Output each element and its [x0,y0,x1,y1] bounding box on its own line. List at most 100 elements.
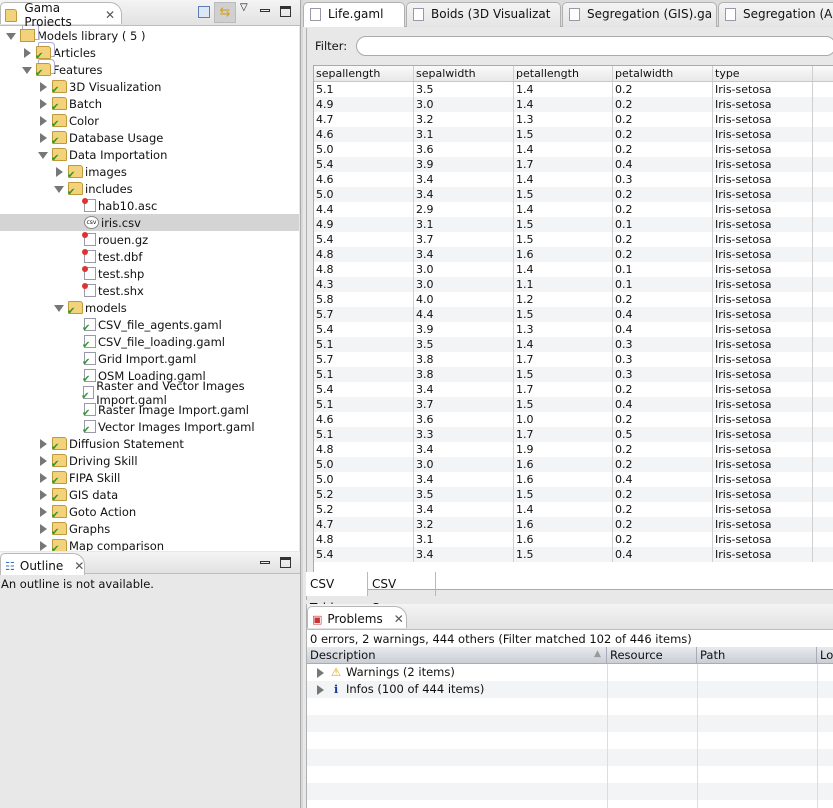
tree-item[interactable]: Features [0,61,299,79]
table-row[interactable]: 4.8 3.1 1.6 0.2 Iris-setosa [314,532,833,547]
table-row[interactable]: 5.1 3.5 1.4 0.3 Iris-setosa [314,337,833,352]
minimize-icon[interactable] [260,9,270,12]
problem-group-row[interactable]: ⚠ Warnings (2 items) [307,664,833,681]
table-row[interactable]: 5.0 3.0 1.6 0.2 Iris-setosa [314,457,833,472]
tree-item[interactable]: Map comparison [0,537,299,551]
tree-item[interactable]: test.dbf [0,248,299,265]
table-row[interactable]: 5.1 3.3 1.7 0.5 Iris-setosa [314,427,833,442]
table-row[interactable]: 5.0 3.6 1.4 0.2 Iris-setosa [314,142,833,157]
tree-item[interactable]: test.shx [0,282,299,299]
table-row[interactable]: 5.4 3.4 1.5 0.4 Iris-setosa [314,547,833,562]
table-row[interactable]: 5.1 3.5 1.4 0.2 Iris-setosa [314,82,833,97]
collapsed-arrow-icon[interactable] [38,523,48,534]
tree-item[interactable]: Goto Action [0,503,299,521]
collapsed-arrow-icon[interactable] [38,98,48,109]
tree-item[interactable]: Data Importation [0,146,299,164]
close-icon[interactable]: ✕ [105,8,115,22]
table-row[interactable]: 5.0 3.4 1.5 0.2 Iris-setosa [314,187,833,202]
column-header-sepallength[interactable]: sepallength [314,66,414,81]
tree-item[interactable]: csv iris.csv [0,214,299,231]
editor-tab-segregation-gis[interactable]: Segregation (GIS).ga [562,2,717,27]
tree-item[interactable]: test.shp [0,265,299,282]
editor-tab-life[interactable]: Life.gaml [303,2,405,27]
collapsed-arrow-icon[interactable] [315,684,325,695]
collapsed-arrow-icon[interactable] [315,667,325,678]
tree-item[interactable]: FIPA Skill [0,469,299,487]
table-row[interactable]: 5.2 3.5 1.5 0.2 Iris-setosa [314,487,833,502]
collapsed-arrow-icon[interactable] [38,115,48,126]
table-row[interactable]: 5.4 3.9 1.3 0.4 Iris-setosa [314,322,833,337]
column-header-sepalwidth[interactable]: sepalwidth [414,66,514,81]
column-location[interactable]: Lo [817,647,833,664]
tab-gama-projects[interactable]: Gama Projects ✕ [0,1,122,29]
table-row[interactable]: 5.2 3.4 1.4 0.2 Iris-setosa [314,502,833,517]
tree-item[interactable]: Driving Skill [0,452,299,470]
table-row[interactable]: 5.4 3.9 1.7 0.4 Iris-setosa [314,157,833,172]
tab-problems[interactable]: ▣ Problems ✕ [307,606,407,628]
collapsed-arrow-icon[interactable] [54,166,64,177]
problem-group-row[interactable]: i Infos (100 of 444 items) [307,681,833,698]
table-row[interactable]: 4.4 2.9 1.4 0.2 Iris-setosa [314,202,833,217]
tab-csv-table[interactable]: CSV Table [306,572,368,615]
tree-item[interactable]: Raster Image Import.gaml [0,401,299,420]
tree-item[interactable]: hab10.asc [0,197,299,214]
table-row[interactable]: 5.0 3.4 1.6 0.4 Iris-setosa [314,472,833,487]
tree-item[interactable]: images [0,163,299,181]
column-path[interactable]: Path [697,647,817,664]
tree-item[interactable]: Models library ( 5 ) [0,27,299,44]
collapse-all-icon[interactable] [198,6,210,18]
tree-item[interactable]: Grid Import.gaml [0,350,299,369]
view-menu-icon[interactable]: ▽ [240,2,248,13]
column-header-petallength[interactable]: petallength [514,66,613,81]
table-row[interactable]: 5.8 4.0 1.2 0.2 Iris-setosa [314,292,833,307]
expanded-arrow-icon[interactable] [54,184,64,194]
collapsed-arrow-icon[interactable] [38,540,48,551]
tree-item[interactable]: rouen.gz [0,231,299,248]
collapsed-arrow-icon[interactable] [38,81,48,92]
tab-outline[interactable]: ☷ Outline ✕ [0,553,85,575]
table-row[interactable]: 4.9 3.0 1.4 0.2 Iris-setosa [314,97,833,112]
tree-item[interactable]: Database Usage [0,129,299,147]
csv-table[interactable]: sepallength sepalwidth petallength petalwid… [313,65,833,590]
collapsed-arrow-icon[interactable] [38,455,48,466]
close-icon[interactable]: ✕ [394,612,404,626]
collapsed-arrow-icon[interactable] [38,472,48,483]
column-header-type[interactable]: type [713,66,813,81]
collapsed-arrow-icon[interactable] [22,47,32,58]
tree-item[interactable]: Graphs [0,520,299,538]
tree-item[interactable]: Articles [0,44,299,62]
table-row[interactable]: 4.3 3.0 1.1 0.1 Iris-setosa [314,277,833,292]
expanded-arrow-icon[interactable] [38,150,48,160]
collapsed-arrow-icon[interactable] [38,438,48,449]
table-row[interactable]: 5.4 3.4 1.7 0.2 Iris-setosa [314,382,833,397]
table-row[interactable]: 4.6 3.1 1.5 0.2 Iris-setosa [314,127,833,142]
column-description[interactable]: Description [307,647,607,664]
table-row[interactable]: 5.1 3.7 1.5 0.4 Iris-setosa [314,397,833,412]
expanded-arrow-icon[interactable] [22,65,32,75]
table-row[interactable]: 5.1 3.8 1.5 0.3 Iris-setosa [314,367,833,382]
tree-item[interactable]: Raster and Vector Images Import.gaml [0,379,299,407]
editor-tab-boids[interactable]: Boids (3D Visualizat [406,2,561,27]
table-row[interactable]: 4.9 3.1 1.5 0.1 Iris-setosa [314,217,833,232]
tree-item[interactable]: Batch [0,95,299,113]
tab-csv-source[interactable]: CSV Source [368,572,436,615]
minimize-icon[interactable] [260,561,270,564]
maximize-icon[interactable] [280,557,291,568]
project-tree[interactable]: Models library ( 5 ) Articles Features 3D V… [0,26,299,551]
tree-item[interactable]: CSV_file_loading.gaml [0,333,299,352]
column-header-petalwidth[interactable]: petalwidth [613,66,713,81]
link-with-editor-icon[interactable]: ⇆ [214,2,236,23]
tree-item[interactable]: GIS data [0,486,299,504]
editor-tab-segregation-age[interactable]: Segregation (Age [718,2,833,27]
tree-item[interactable]: Vector Images Import.gaml [0,418,299,437]
filter-input[interactable] [356,36,833,56]
table-row[interactable]: 4.7 3.2 1.6 0.2 Iris-setosa [314,517,833,532]
table-row[interactable]: 4.6 3.6 1.0 0.2 Iris-setosa [314,412,833,427]
table-row[interactable]: 5.4 3.7 1.5 0.2 Iris-setosa [314,232,833,247]
tree-item[interactable]: includes [0,180,299,198]
expanded-arrow-icon[interactable] [6,31,16,41]
table-row[interactable]: 4.8 3.0 1.4 0.1 Iris-setosa [314,262,833,277]
tree-item[interactable]: Diffusion Statement [0,435,299,453]
expanded-arrow-icon[interactable] [54,303,64,313]
tree-item[interactable]: models [0,299,299,317]
